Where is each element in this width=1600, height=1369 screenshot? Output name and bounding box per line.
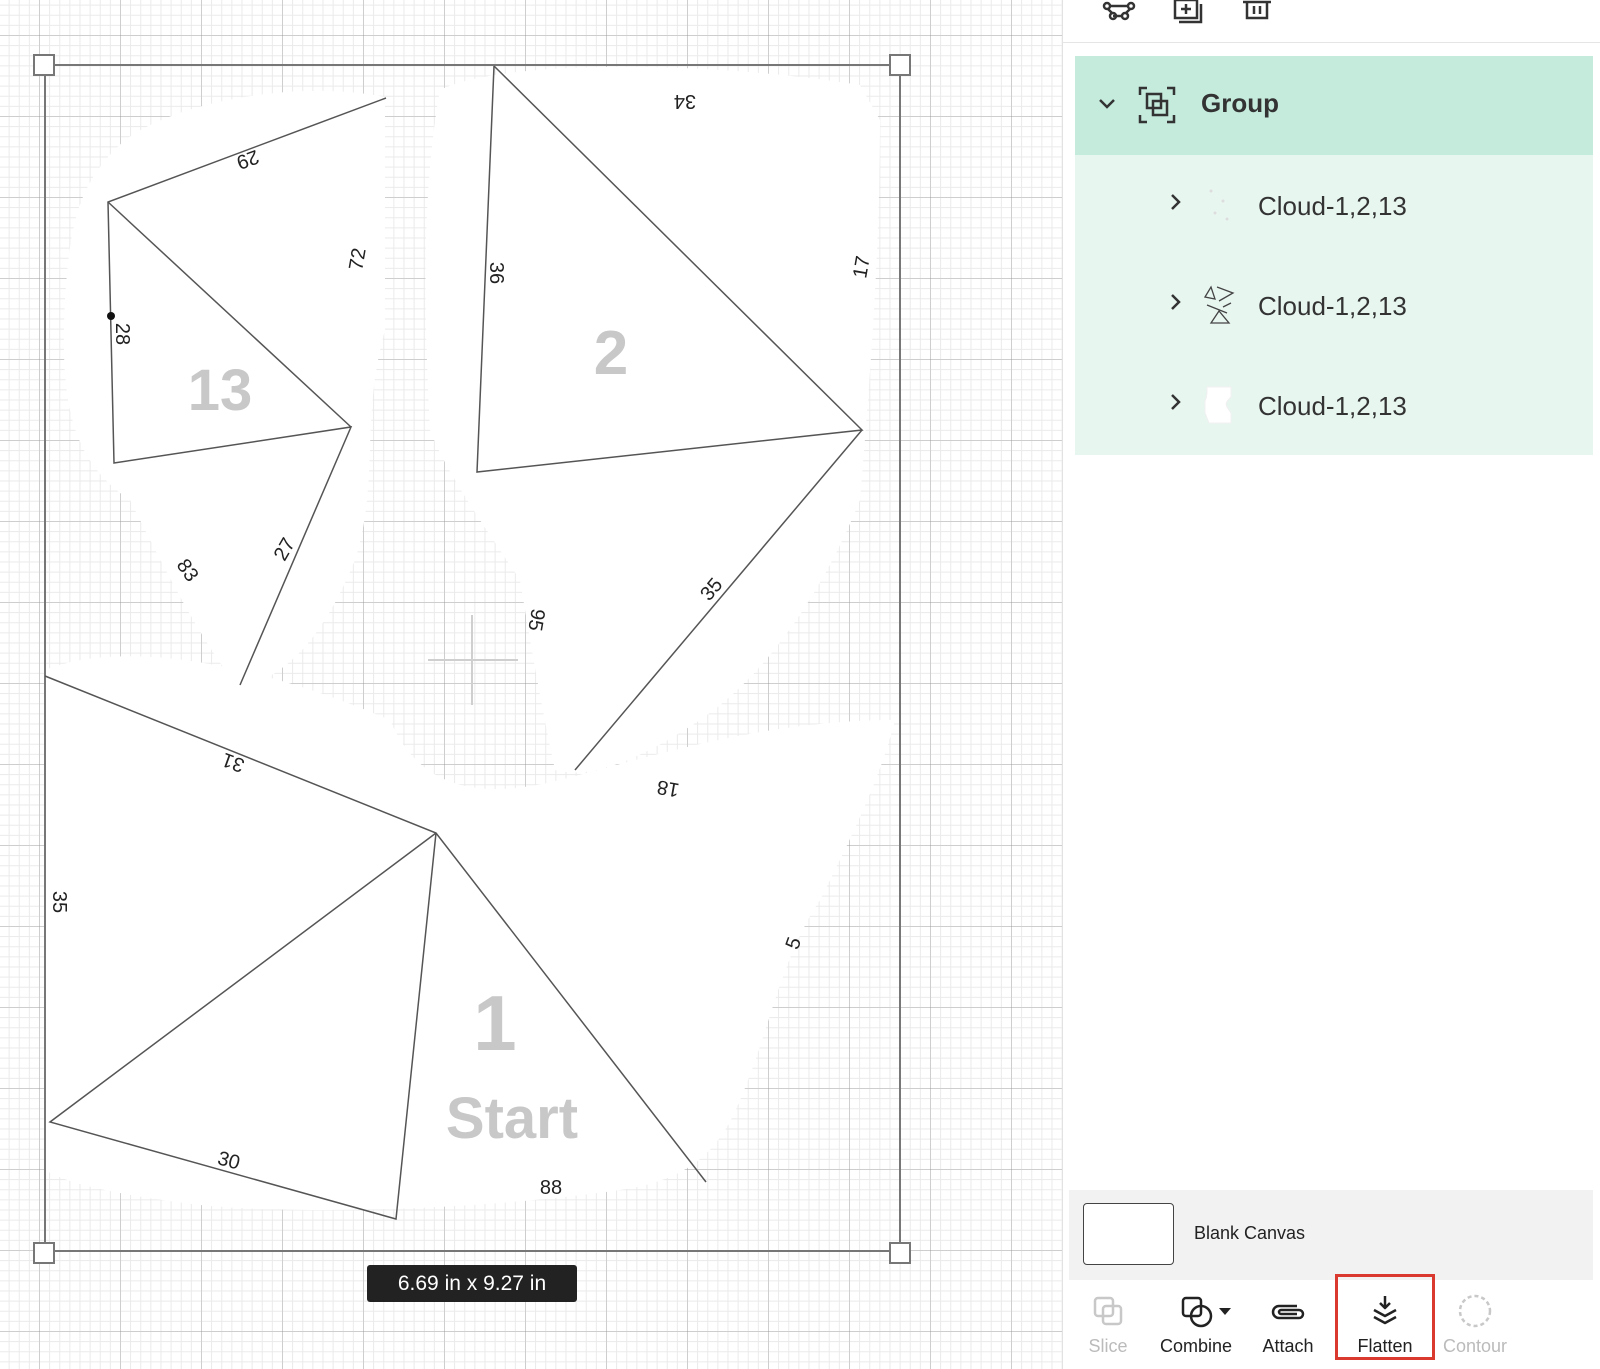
layer-group-row[interactable]: Group — [1075, 56, 1593, 155]
flatten-label: Flatten — [1357, 1336, 1413, 1356]
design-canvas[interactable]: 13 2 1 Start 29 72 28 83 27 34 36 17 95 … — [0, 0, 1062, 1369]
piece-number-2: 2 — [594, 319, 628, 388]
layer-name: Cloud-1,2,13 — [1258, 291, 1407, 321]
bottom-toolbar: Slice Combine Attach Flatten Contour — [1063, 1274, 1600, 1369]
layer-thumbnail — [1201, 183, 1237, 227]
layer-thumbnail — [1201, 283, 1237, 327]
edge-label-28: 28 — [111, 323, 133, 345]
blank-canvas-thumbnail — [1083, 1203, 1174, 1265]
layer-tree: Group Cloud-1,2,13 Cloud-1,2,13 Cloud-1,… — [1075, 56, 1593, 455]
edge-label-95: 95 — [523, 607, 549, 633]
resize-handle-bottom-right[interactable] — [889, 1242, 911, 1264]
contour-label: Contour — [1442, 1336, 1508, 1356]
layer-row[interactable]: Cloud-1,2,13 — [1075, 155, 1593, 255]
blank-canvas-label: Blank Canvas — [1194, 1223, 1306, 1243]
layer-row[interactable]: Cloud-1,2,13 — [1075, 255, 1593, 355]
piece-number-13: 13 — [188, 358, 253, 423]
edge-label-35-left: 35 — [48, 891, 70, 913]
chevron-right-icon[interactable] — [1165, 192, 1185, 212]
layer-thumbnail — [1201, 383, 1237, 427]
dimension-label: 6.69 in x 9.27 in — [367, 1265, 577, 1302]
group-icon — [1137, 85, 1177, 125]
center-crosshair — [428, 615, 518, 705]
resize-handle-top-left[interactable] — [33, 54, 55, 76]
chevron-right-icon[interactable] — [1165, 292, 1185, 312]
edge-label-34: 34 — [674, 90, 696, 112]
cloud-piece-2[interactable] — [425, 66, 880, 773]
layer-name: Cloud-1,2,13 — [1258, 391, 1407, 421]
attach-button[interactable]: Attach — [1243, 1280, 1333, 1369]
combine-button[interactable]: Combine — [1151, 1280, 1241, 1369]
node-point[interactable] — [107, 312, 115, 320]
layer-name: Cloud-1,2,13 — [1258, 191, 1407, 221]
combine-label: Combine — [1159, 1336, 1233, 1356]
duplicate-icon[interactable] — [1169, 0, 1209, 24]
resize-handle-top-right[interactable] — [889, 54, 911, 76]
edge-label-88: 88 — [540, 1177, 562, 1199]
edge-label-17: 17 — [849, 254, 875, 280]
piece-number-1: 1 — [473, 979, 516, 1067]
cloud-shapes — [45, 66, 895, 1210]
edge-label-36: 36 — [485, 262, 507, 284]
flatten-icon — [1373, 1296, 1397, 1325]
edge-label-72: 72 — [345, 246, 371, 272]
layers-panel: Group Cloud-1,2,13 Cloud-1,2,13 Cloud-1,… — [1062, 0, 1600, 1369]
canvas-artwork: 13 2 1 Start 29 72 28 83 27 34 36 17 95 … — [33, 54, 911, 1264]
combine-icon — [1181, 1296, 1231, 1328]
group-nodes-icon[interactable] — [1099, 0, 1139, 24]
paperclip-icon — [1271, 1304, 1305, 1320]
resize-handle-bottom-left[interactable] — [33, 1242, 55, 1264]
group-label: Group — [1201, 88, 1279, 118]
trash-icon[interactable] — [1239, 0, 1279, 24]
slice-label: Slice — [1088, 1336, 1128, 1356]
layer-list: Cloud-1,2,13 Cloud-1,2,13 Cloud-1,2,13 — [1075, 155, 1593, 455]
attach-label: Attach — [1262, 1336, 1314, 1356]
slice-button[interactable]: Slice — [1063, 1280, 1153, 1369]
contour-icon — [1458, 1294, 1492, 1328]
layer-row[interactable]: Cloud-1,2,13 — [1075, 355, 1593, 455]
contour-button[interactable]: Contour — [1430, 1280, 1520, 1369]
slice-icon — [1093, 1296, 1123, 1326]
chevron-right-icon[interactable] — [1165, 392, 1185, 412]
flatten-button[interactable]: Flatten — [1340, 1280, 1430, 1369]
piece-start-label: Start — [446, 1086, 578, 1151]
edge-label-18: 18 — [655, 775, 681, 801]
blank-canvas-row[interactable]: Blank Canvas — [1069, 1190, 1593, 1280]
layer-tools — [1063, 0, 1600, 43]
chevron-down-icon[interactable] — [1095, 92, 1119, 116]
